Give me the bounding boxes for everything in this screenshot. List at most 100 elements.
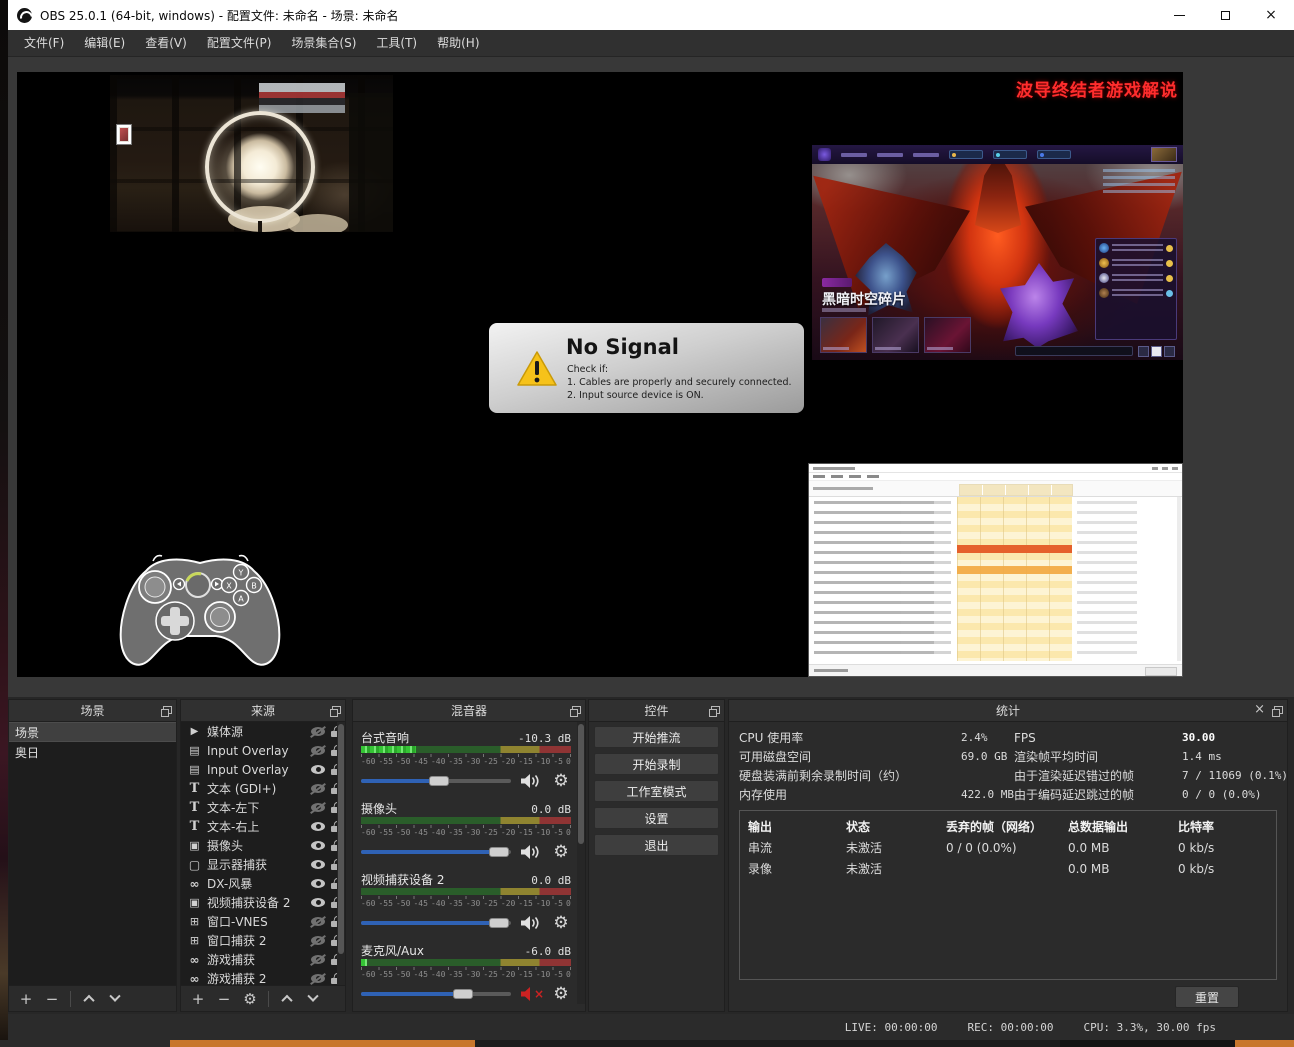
source-list-item[interactable]: 摄像头 — [181, 836, 345, 855]
undock-icon[interactable] — [570, 706, 579, 715]
maximize-button[interactable] — [1202, 0, 1248, 30]
visibility-eye-icon[interactable] — [311, 746, 325, 755]
source-list-item[interactable]: 窗口-VNES — [181, 912, 345, 931]
menu-item[interactable]: 工具(T) — [366, 30, 427, 57]
volume-slider[interactable] — [361, 775, 511, 787]
menu-item[interactable]: 编辑(E) — [74, 30, 135, 57]
volume-slider-handle[interactable] — [489, 847, 509, 857]
titlebar[interactable]: OBS 25.0.1 (64-bit, windows) - 配置文件: 未命名… — [8, 0, 1294, 30]
add-scene-button[interactable]: + — [14, 989, 38, 1009]
visibility-eye-icon[interactable] — [311, 955, 325, 964]
remove-scene-button[interactable]: − — [40, 989, 64, 1009]
game-logo-icon — [818, 148, 831, 161]
volume-slider-handle[interactable] — [453, 989, 473, 999]
menu-item[interactable]: 帮助(H) — [427, 30, 489, 57]
visibility-eye-icon[interactable] — [311, 784, 325, 793]
source-down-button[interactable] — [301, 989, 325, 1009]
undock-icon[interactable] — [161, 706, 170, 715]
source-up-button[interactable] — [275, 989, 299, 1009]
no-signal-line1: 1. Cables are properly and securely conn… — [567, 377, 792, 388]
speaker-mute-icon[interactable]: × — [519, 915, 543, 931]
channel-settings-gear-icon[interactable]: ⚙ — [551, 771, 571, 791]
visibility-eye-icon[interactable] — [311, 917, 325, 926]
mixer-scrollbar[interactable] — [577, 722, 585, 1004]
speaker-mute-icon[interactable]: × — [519, 844, 543, 860]
source-list-item[interactable]: 文本-左下 — [181, 798, 345, 817]
svg-text:B: B — [251, 582, 257, 591]
visibility-eye-icon[interactable] — [311, 936, 325, 945]
sources-panel-header[interactable]: 来源 — [181, 700, 345, 722]
source-list-item[interactable]: DX-风暴 — [181, 874, 345, 893]
remove-source-button[interactable]: − — [212, 989, 236, 1009]
menu-item[interactable]: 文件(F) — [14, 30, 74, 57]
volume-slider-handle[interactable] — [489, 918, 509, 928]
source-list[interactable]: 媒体源 Input Overlay — [181, 722, 345, 985]
tick-label: -55 — [378, 970, 392, 980]
source-list-item[interactable]: 显示器捕获 — [181, 855, 345, 874]
volume-slider[interactable] — [361, 988, 511, 1000]
add-source-button[interactable]: + — [186, 989, 210, 1009]
visibility-eye-icon[interactable] — [311, 974, 325, 983]
stats-panel-header[interactable]: 统计 × — [729, 700, 1287, 722]
visibility-eye-icon[interactable] — [311, 898, 325, 907]
source-list-item[interactable]: 媒体源 — [181, 722, 345, 741]
close-button[interactable]: × — [1248, 0, 1294, 30]
source-list-item[interactable]: 游戏捕获 — [181, 950, 345, 969]
source-list-item[interactable]: 文本-右上 — [181, 817, 345, 836]
source-list-item[interactable]: Input Overlay — [181, 760, 345, 779]
no-signal-dialog: No Signal Check if: 1. Cables are proper… — [489, 323, 804, 413]
source-type-icon — [187, 800, 202, 815]
visibility-eye-icon[interactable] — [311, 841, 325, 850]
speaker-mute-icon[interactable]: × — [519, 986, 543, 1002]
scene-list-item[interactable]: 奥日 — [9, 742, 176, 762]
channel-settings-gear-icon[interactable]: ⚙ — [551, 913, 571, 933]
visibility-eye-icon[interactable] — [311, 879, 325, 888]
source-list-item[interactable]: 视频捕获设备 2 — [181, 893, 345, 912]
source-list-item[interactable]: Input Overlay — [181, 741, 345, 760]
scene-down-button[interactable] — [103, 989, 127, 1009]
channel-settings-gear-icon[interactable]: ⚙ — [551, 842, 571, 862]
source-list-item[interactable]: 游戏捕获 2 — [181, 969, 345, 985]
preview-canvas[interactable]: 波导终结者游戏解说 — [17, 72, 1183, 677]
undock-icon[interactable] — [709, 706, 718, 715]
control-button[interactable]: 开始录制 — [594, 753, 719, 775]
scene-list[interactable]: 场景 奥日 — [9, 722, 176, 985]
speaker-mute-icon[interactable]: × — [519, 773, 543, 789]
scene-up-button[interactable] — [77, 989, 101, 1009]
visibility-eye-icon[interactable] — [311, 822, 325, 831]
visibility-eye-icon[interactable] — [311, 765, 325, 774]
source-properties-button[interactable]: ⚙ — [238, 989, 262, 1009]
stat-row: CPU 使用率 2.4% — [739, 728, 1014, 747]
control-button[interactable]: 设置 — [594, 807, 719, 829]
source-list-item[interactable]: 文本 (GDI+) — [181, 779, 345, 798]
volume-slider[interactable] — [361, 846, 511, 858]
background-window-sliver — [0, 0, 8, 1047]
close-icon[interactable]: × — [1254, 703, 1265, 716]
control-button[interactable]: 退出 — [594, 834, 719, 856]
control-button[interactable]: 开始推流 — [594, 726, 719, 748]
menu-item[interactable]: 配置文件(P) — [197, 30, 282, 57]
visibility-eye-icon[interactable] — [311, 727, 325, 736]
channel-settings-gear-icon[interactable]: ⚙ — [551, 984, 571, 1004]
window-title: OBS 25.0.1 (64-bit, windows) - 配置文件: 未命名… — [40, 7, 399, 24]
source-list-item[interactable]: 窗口捕获 2 — [181, 931, 345, 950]
minimize-button[interactable] — [1156, 0, 1202, 30]
visibility-eye-icon[interactable] — [311, 860, 325, 869]
source-type-icon — [187, 934, 202, 947]
chevron-up-icon — [281, 994, 292, 1005]
tick-label: -50 — [396, 899, 410, 909]
scene-list-item[interactable]: 场景 — [9, 722, 176, 742]
undock-icon[interactable] — [1272, 706, 1281, 715]
menu-item[interactable]: 查看(V) — [135, 30, 197, 57]
menu-item[interactable]: 场景集合(S) — [281, 30, 366, 57]
sources-scrollbar[interactable] — [337, 722, 345, 985]
undock-icon[interactable] — [330, 706, 339, 715]
reset-button[interactable]: 重置 — [1175, 986, 1239, 1008]
control-button[interactable]: 工作室模式 — [594, 780, 719, 802]
mixer-panel-header[interactable]: 混音器 — [353, 700, 585, 722]
controls-panel-header[interactable]: 控件 — [589, 700, 724, 722]
volume-slider-handle[interactable] — [429, 776, 449, 786]
volume-slider[interactable] — [361, 917, 511, 929]
visibility-eye-icon[interactable] — [311, 803, 325, 812]
scenes-panel-header[interactable]: 场景 — [9, 700, 176, 722]
